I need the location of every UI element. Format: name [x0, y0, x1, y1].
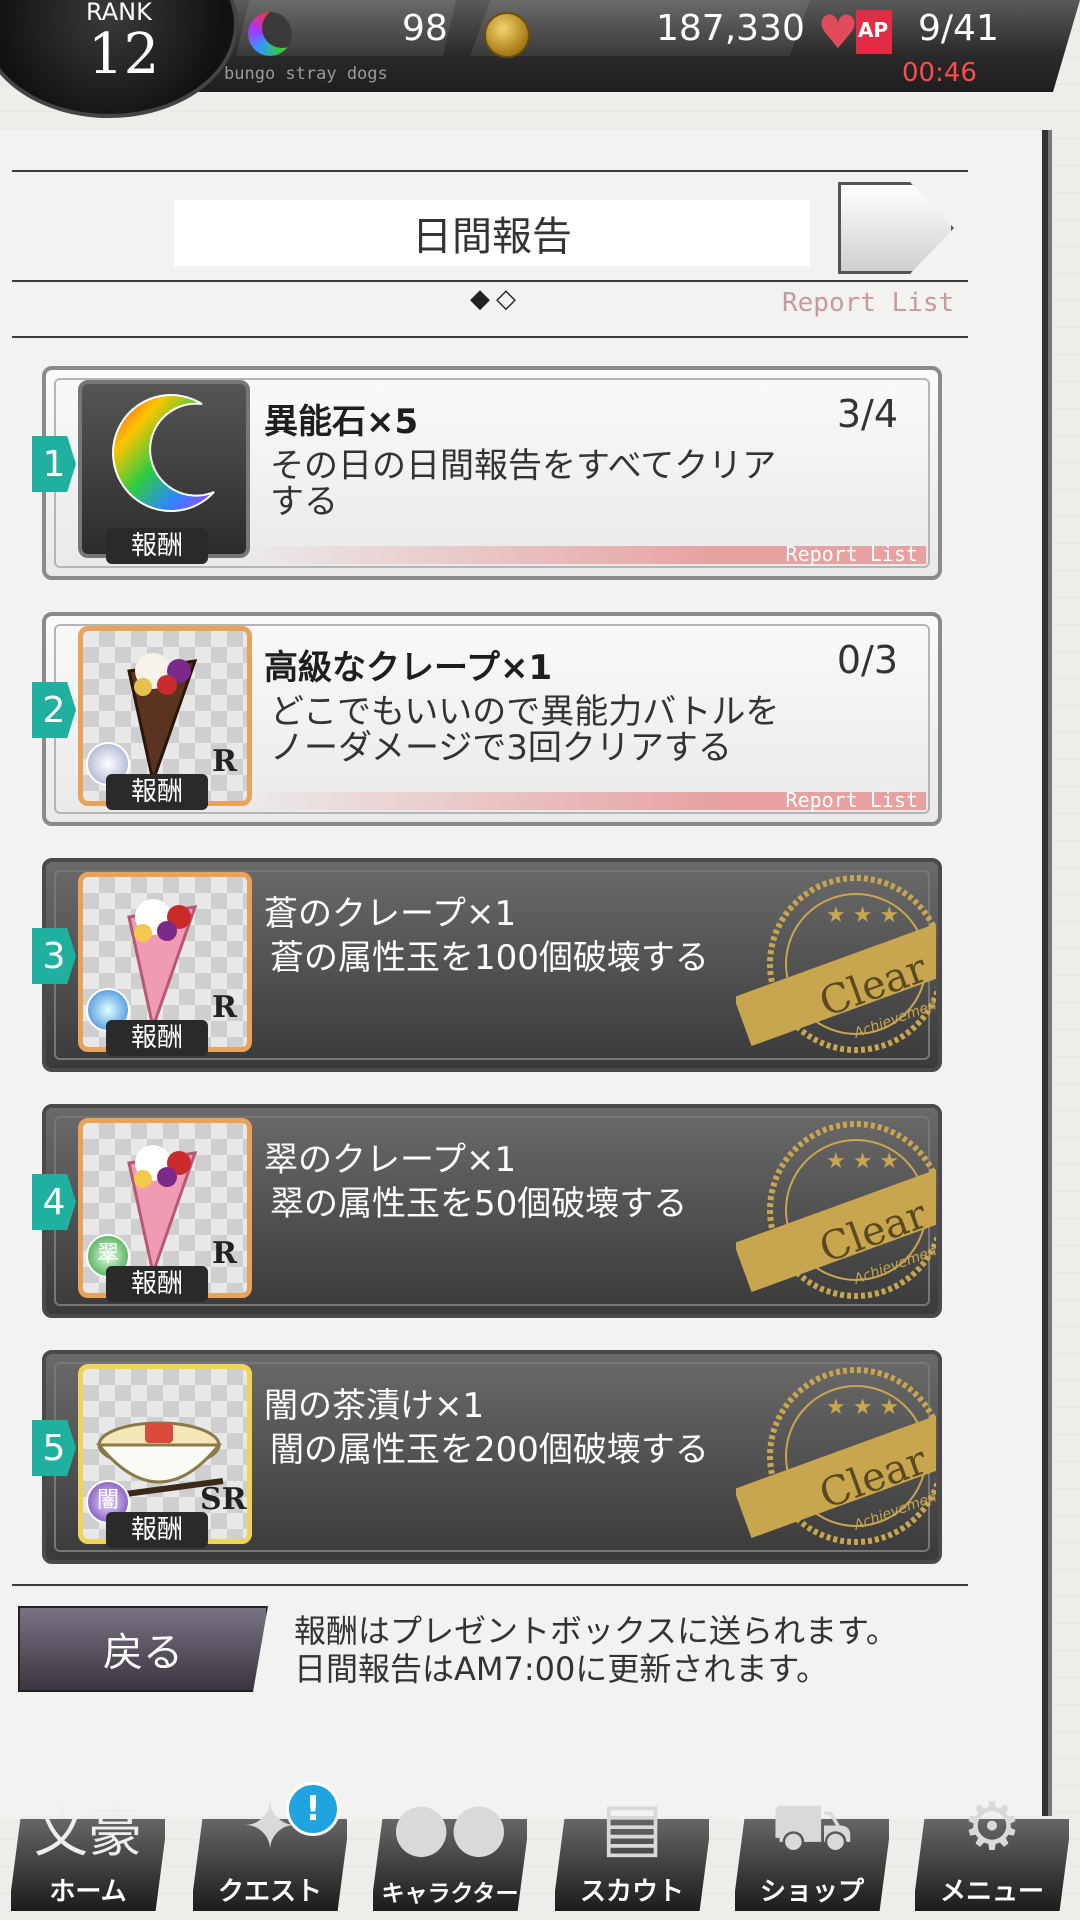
reward-name: 闇の茶漬け×1 — [264, 1386, 485, 1426]
ability-stone-icon — [248, 12, 292, 56]
svg-text:★ ★ ★: ★ ★ ★ — [826, 1149, 899, 1174]
report-description: 蒼の属性玉を100個破壊する — [270, 938, 709, 978]
nav-menu[interactable]: ⚙ メニュー — [912, 1788, 1072, 1914]
report-number: 3 — [32, 928, 76, 984]
rarity-badge: R — [212, 744, 237, 779]
back-button[interactable]: 戻る — [18, 1606, 268, 1692]
bottom-nav: 文豪 ホーム ✦ ! クエスト ●● キャラクター ▤ スカウト ⛟ ショップ … — [0, 1770, 1080, 1920]
page-title: 日間報告 — [174, 200, 810, 266]
game-title-text: bungo stray dogs — [224, 64, 388, 84]
cart-icon: ⛟ — [770, 1788, 854, 1865]
nav-character[interactable]: ●● キャラクター — [370, 1788, 530, 1914]
nav-scout-label: スカウト — [579, 1877, 684, 1907]
reward-name: 異能石×5 — [264, 402, 419, 442]
book-icon: ▤ — [600, 1788, 664, 1865]
nav-scout[interactable]: ▤ スカウト — [552, 1788, 712, 1914]
report-card-1[interactable]: 報酬 1 異能石×5 3/4 その日の日間報告をすべてクリアする Report … — [32, 366, 942, 580]
ap-timer: 00:46 — [902, 58, 977, 88]
ap-count: 9/41 — [918, 8, 999, 49]
nav-home-label: ホーム — [49, 1877, 127, 1907]
stone-count: 98 — [402, 8, 448, 49]
divider — [12, 170, 968, 172]
report-card-3[interactable]: R 報酬 3 蒼のクレープ×1 蒼の属性玉を100個破壊する ★ ★ ★ Cle… — [32, 858, 942, 1072]
svg-text:★ ★ ★: ★ ★ ★ — [826, 903, 899, 928]
reward-name: 翠のクレープ×1 — [264, 1140, 517, 1180]
report-description: その日の日間報告をすべてクリアする — [270, 446, 777, 522]
nav-shop[interactable]: ⛟ ショップ — [732, 1788, 892, 1914]
people-icon: ●● — [392, 1788, 508, 1865]
clear-stamp: ★ ★ ★ Clear Achievement — [736, 1121, 936, 1299]
coin-icon — [484, 12, 530, 58]
card-footer-text: Report List — [785, 788, 918, 812]
nav-quest[interactable]: ✦ ! クエスト — [190, 1782, 350, 1914]
reward-tag: 報酬 — [106, 774, 208, 810]
report-list-link[interactable]: Report List — [782, 288, 954, 318]
report-card-5[interactable]: 闇 SR 報酬 5 闇の茶漬け×1 闇の属性玉を200個破壊する ★ ★ ★ C… — [32, 1350, 942, 1564]
report-description: 闇の属性玉を200個破壊する — [270, 1430, 709, 1470]
nav-home[interactable]: 文豪 ホーム — [8, 1794, 168, 1914]
reward-name: 蒼のクレープ×1 — [264, 894, 517, 934]
divider — [12, 280, 968, 282]
coin-count: 187,330 — [656, 8, 805, 49]
report-progress: 0/3 — [836, 638, 898, 682]
divider — [12, 1584, 968, 1586]
rarity-badge: R — [212, 990, 237, 1025]
card-footer-text: Report List — [785, 542, 918, 566]
rarity-badge: SR — [200, 1482, 247, 1517]
info-note: 報酬はプレゼントボックスに送られます。 日間報告はAM7:00に更新されます。 — [294, 1612, 898, 1688]
report-card-4[interactable]: 翠 R 報酬 4 翠のクレープ×1 翠の属性玉を50個破壊する ★ ★ ★ Cl… — [32, 1104, 942, 1318]
ap-label: AP — [858, 18, 889, 42]
reward-tag: 報酬 — [106, 1266, 208, 1302]
nav-menu-label: メニュー — [939, 1877, 1044, 1907]
reward-name: 高級なクレープ×1 — [264, 648, 553, 688]
report-number: 1 — [32, 436, 76, 492]
report-description: どこでもいいので異能力バトルをノーダメージで3回クリアする — [270, 692, 780, 768]
crescent-stone-icon — [112, 394, 215, 513]
info-note-line-2: 日間報告はAM7:00に更新されます。 — [294, 1650, 829, 1688]
report-description: 翠の属性玉を50個破壊する — [270, 1184, 688, 1224]
page-indicator: ◆◇ — [470, 284, 522, 314]
clear-stamp: ★ ★ ★ Clear Achievement — [736, 1367, 936, 1545]
svg-text:★ ★ ★: ★ ★ ★ — [826, 1395, 899, 1420]
nav-shop-label: ショップ — [759, 1877, 864, 1907]
clear-stamp: ★ ★ ★ Clear Achievement — [736, 875, 936, 1053]
info-note-line-1: 報酬はプレゼントボックスに送られます。 — [294, 1612, 898, 1650]
report-progress: 3/4 — [836, 392, 898, 436]
gear-icon: ⚙ — [962, 1788, 1022, 1865]
report-number: 4 — [32, 1174, 76, 1230]
nav-quest-label: クエスト — [217, 1877, 322, 1907]
notification-badge: ! — [286, 1782, 340, 1836]
reward-tag: 報酬 — [106, 528, 208, 564]
reward-tag: 報酬 — [106, 1020, 208, 1056]
home-icon: 文豪 — [34, 1801, 142, 1864]
divider — [12, 336, 968, 338]
ap-icon: AP — [856, 10, 892, 54]
report-number: 2 — [32, 682, 76, 738]
nav-character-label: キャラクター — [381, 1881, 519, 1907]
report-number: 5 — [32, 1420, 76, 1476]
reward-tag: 報酬 — [106, 1512, 208, 1548]
report-card-2[interactable]: R 報酬 2 高級なクレープ×1 0/3 どこでもいいので異能力バトルをノーダメ… — [32, 612, 942, 826]
rarity-badge: R — [212, 1236, 237, 1271]
rank-value: 12 — [88, 22, 160, 87]
